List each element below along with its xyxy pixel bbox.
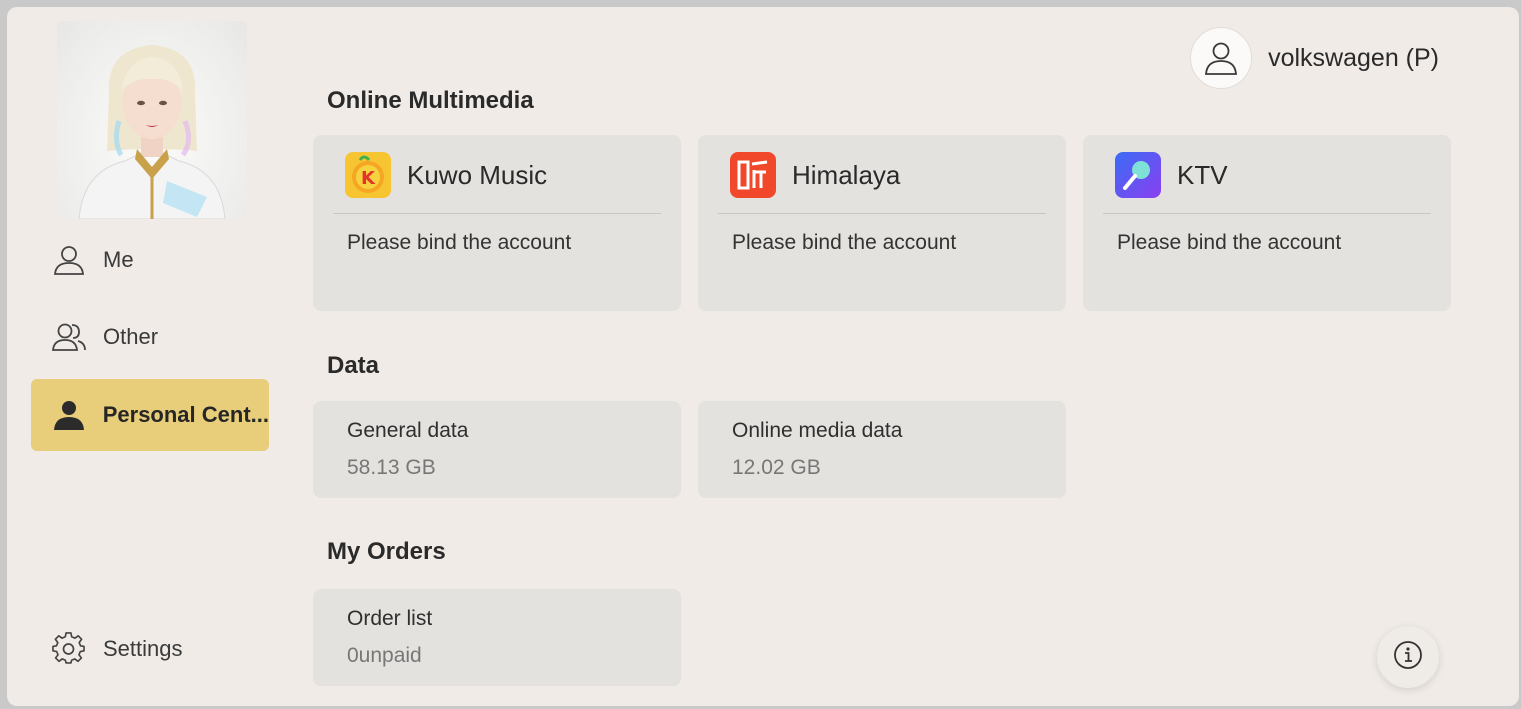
media-card-himalaya[interactable]: Himalaya Please bind the account — [698, 135, 1066, 311]
sidebar-item-personal-center[interactable]: Personal Cent... — [31, 379, 269, 451]
sidebar-item-label: Personal Cent... — [102, 402, 269, 427]
section-title-online-multimedia: Online Multimedia — [327, 87, 534, 114]
sidebar-item-other[interactable]: Other — [31, 301, 269, 373]
info-button[interactable] — [1377, 626, 1439, 688]
sidebar-item-settings[interactable]: Settings — [31, 613, 269, 685]
section-title-my-orders: My Orders — [327, 538, 446, 565]
settings-label: Settings — [103, 636, 183, 661]
data-label: General data — [347, 419, 469, 442]
info-icon — [1393, 640, 1423, 675]
username: volkswagen (P) — [1268, 43, 1439, 72]
general-data-card[interactable]: General data 58.13 GB — [313, 401, 681, 498]
user-avatar-icon — [1190, 27, 1253, 89]
sidebar-item-me[interactable]: Me — [31, 224, 269, 296]
kuwo-music-icon: K — [345, 152, 391, 198]
ktv-icon — [1115, 152, 1161, 198]
virtual-assistant-avatar[interactable] — [57, 21, 247, 219]
divider — [718, 213, 1046, 214]
app-window: Me Other Personal Cent... Settings volks… — [7, 7, 1519, 706]
svg-text:K: K — [361, 168, 376, 189]
media-status: Please bind the account — [1117, 231, 1342, 254]
media-card-ktv[interactable]: KTV Please bind the account — [1083, 135, 1451, 311]
order-list-card[interactable]: Order list 0unpaid — [313, 589, 681, 686]
person-outline-icon — [51, 242, 87, 278]
media-card-kuwo-music[interactable]: K Kuwo Music Please bind the account — [313, 135, 681, 311]
data-value: 58.13 GB — [347, 456, 436, 479]
gear-icon — [51, 631, 87, 667]
order-label: Order list — [347, 607, 433, 630]
user-account[interactable]: volkswagen (P) — [1190, 27, 1439, 89]
himalaya-icon — [730, 152, 776, 198]
sidebar-item-label: Me — [103, 247, 134, 272]
person-filled-icon — [51, 397, 87, 433]
media-status: Please bind the account — [347, 231, 572, 254]
section-title-data: Data — [327, 352, 380, 379]
order-value: 0unpaid — [347, 644, 422, 667]
data-label: Online media data — [732, 419, 903, 442]
media-status: Please bind the account — [732, 231, 957, 254]
divider — [333, 213, 661, 214]
media-name: Himalaya — [792, 159, 901, 190]
sidebar-item-label: Other — [103, 324, 159, 349]
divider — [1103, 213, 1431, 214]
media-name: KTV — [1177, 159, 1228, 190]
people-outline-icon — [51, 319, 87, 355]
media-name: Kuwo Music — [407, 159, 548, 190]
online-media-data-card[interactable]: Online media data 12.02 GB — [698, 401, 1066, 498]
data-value: 12.02 GB — [732, 456, 821, 479]
